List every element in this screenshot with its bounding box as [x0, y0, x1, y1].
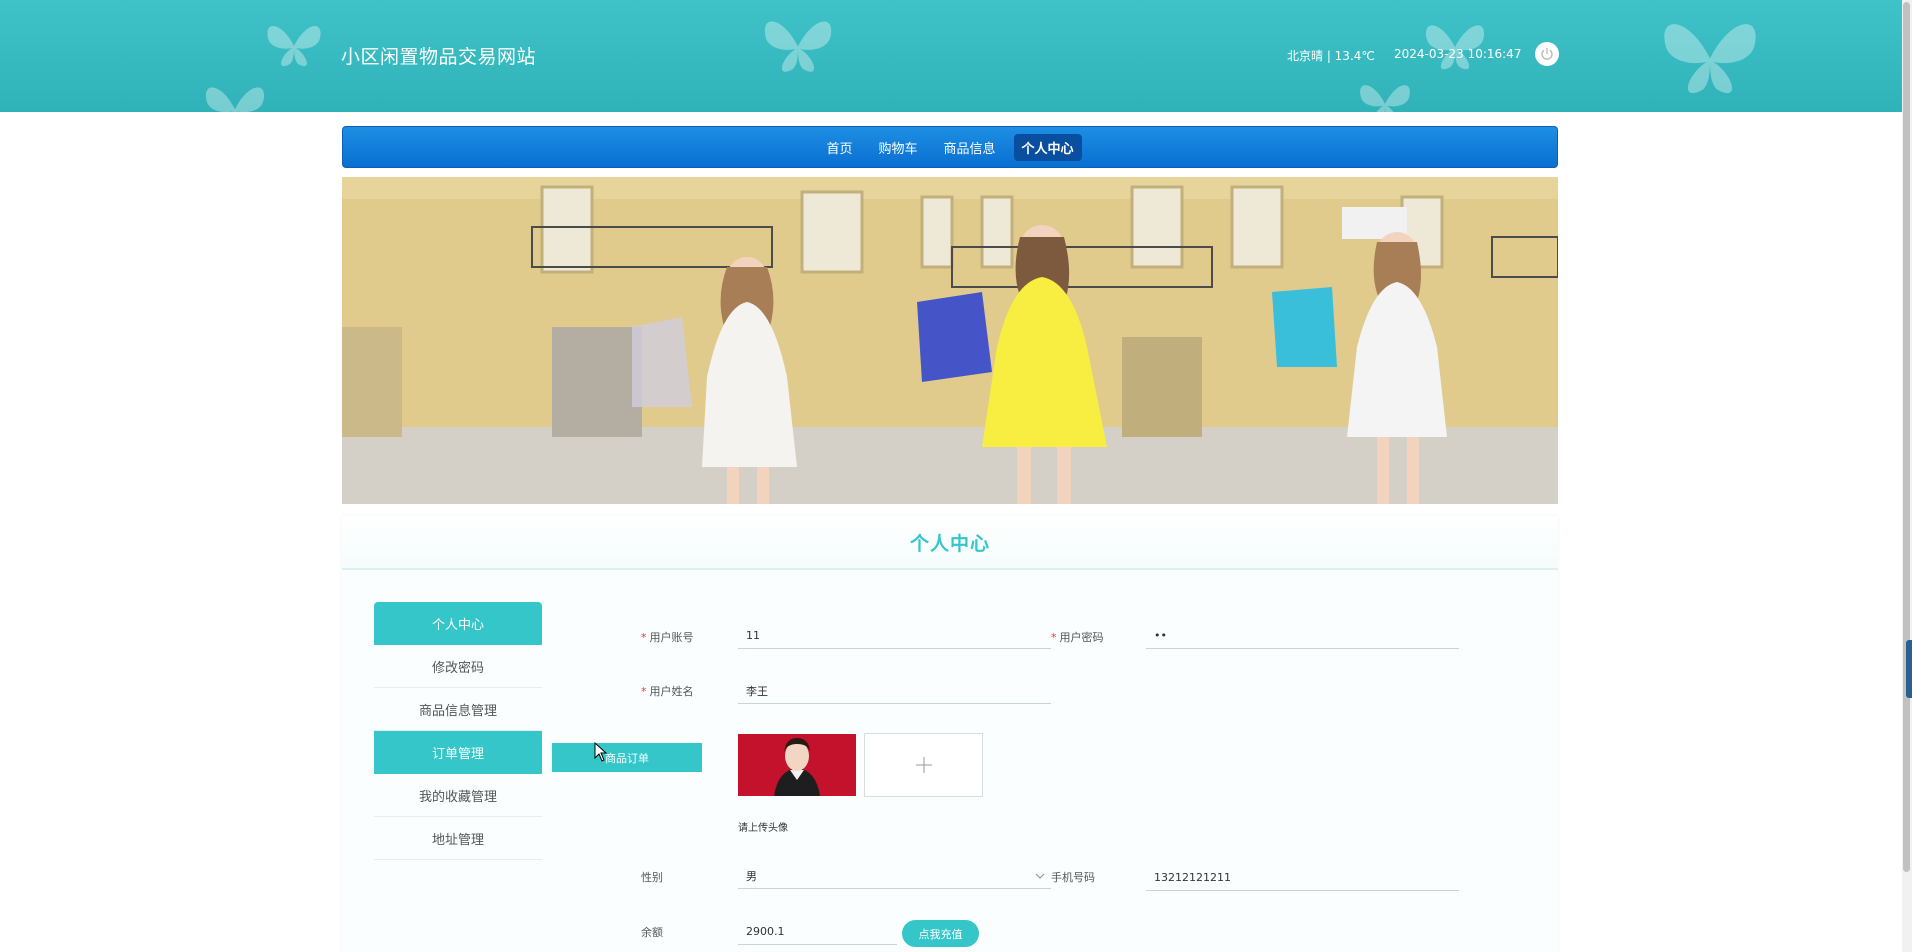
- profile-panel: 个人中心 个人中心 修改密码 商品信息管理 订单管理 我的收藏管理 地址管理 商…: [342, 516, 1558, 952]
- balance-label: 余额: [641, 926, 663, 939]
- avatar: [738, 734, 856, 796]
- butterfly-decoration-icon: [1360, 85, 1410, 112]
- nav-home[interactable]: 首页: [818, 134, 860, 161]
- required-star: *: [641, 685, 647, 698]
- datetime-text: 2024-03-23 10:16:47: [1394, 47, 1522, 61]
- butterfly-decoration-icon: [267, 26, 321, 67]
- recharge-button[interactable]: 点我充值: [902, 920, 979, 947]
- mouse-cursor-icon: [594, 742, 608, 762]
- upload-avatar-button[interactable]: [864, 733, 983, 797]
- logout-button[interactable]: [1535, 42, 1559, 66]
- avatar-photo: [738, 734, 856, 796]
- butterfly-decoration-icon: [1664, 24, 1756, 94]
- upload-hint: 请上传头像: [738, 823, 788, 834]
- password-input[interactable]: ••: [1146, 623, 1459, 649]
- sub-menu-goods-orders[interactable]: 商品订单: [552, 743, 702, 772]
- name-label: * 用户姓名: [641, 685, 694, 698]
- banner-image: [342, 177, 1558, 504]
- gender-select[interactable]: 男: [738, 863, 1051, 889]
- balance-input[interactable]: 2900.1: [738, 919, 897, 945]
- required-star: *: [641, 631, 647, 644]
- account-input[interactable]: 11: [738, 623, 1051, 649]
- side-floating-tab[interactable]: [1906, 640, 1912, 698]
- gender-label: 性别: [641, 871, 663, 884]
- butterfly-decoration-icon: [205, 87, 265, 112]
- butterfly-decoration-icon: [1425, 25, 1485, 70]
- weather-text: 北京晴 | 13.4℃: [1287, 49, 1375, 63]
- nav-goods[interactable]: 商品信息: [936, 134, 1004, 161]
- butterfly-decoration-icon: [764, 21, 832, 72]
- chevron-down-icon: [1035, 873, 1045, 879]
- account-label: * 用户账号: [641, 631, 694, 644]
- site-title: 小区闲置物品交易网站: [341, 46, 537, 68]
- site-header: 小区闲置物品交易网站 北京晴 | 13.4℃ 2024-03-23 10:16:…: [0, 0, 1902, 112]
- page-scrollbar[interactable]: [1902, 0, 1912, 952]
- power-icon: [1541, 48, 1553, 60]
- side-item-favorites[interactable]: 我的收藏管理: [374, 774, 542, 817]
- plus-icon: [915, 757, 932, 773]
- banner-illustration: [342, 177, 1558, 504]
- side-item-profile[interactable]: 个人中心: [374, 602, 542, 645]
- side-item-change-password[interactable]: 修改密码: [374, 645, 542, 688]
- password-label: * 用户密码: [1051, 631, 1104, 644]
- nav-profile[interactable]: 个人中心: [1013, 133, 1082, 161]
- scrollbar-thumb[interactable]: [1903, 2, 1910, 872]
- side-menu: 个人中心 修改密码 商品信息管理 订单管理 我的收藏管理 地址管理: [374, 602, 542, 860]
- panel-header: 个人中心: [342, 516, 1558, 570]
- side-item-address[interactable]: 地址管理: [374, 817, 542, 860]
- gender-value: 男: [746, 869, 757, 883]
- side-item-order-management[interactable]: 订单管理: [374, 731, 542, 774]
- main-nav: 首页 购物车 商品信息 个人中心: [342, 126, 1558, 168]
- phone-label: 手机号码: [1051, 871, 1095, 884]
- phone-input[interactable]: 13212121211: [1146, 865, 1459, 891]
- side-item-goods-management[interactable]: 商品信息管理: [374, 688, 542, 731]
- panel-title: 个人中心: [909, 532, 990, 555]
- nav-cart[interactable]: 购物车: [870, 134, 925, 161]
- required-star: *: [1051, 631, 1057, 644]
- name-input[interactable]: 李王: [738, 678, 1051, 704]
